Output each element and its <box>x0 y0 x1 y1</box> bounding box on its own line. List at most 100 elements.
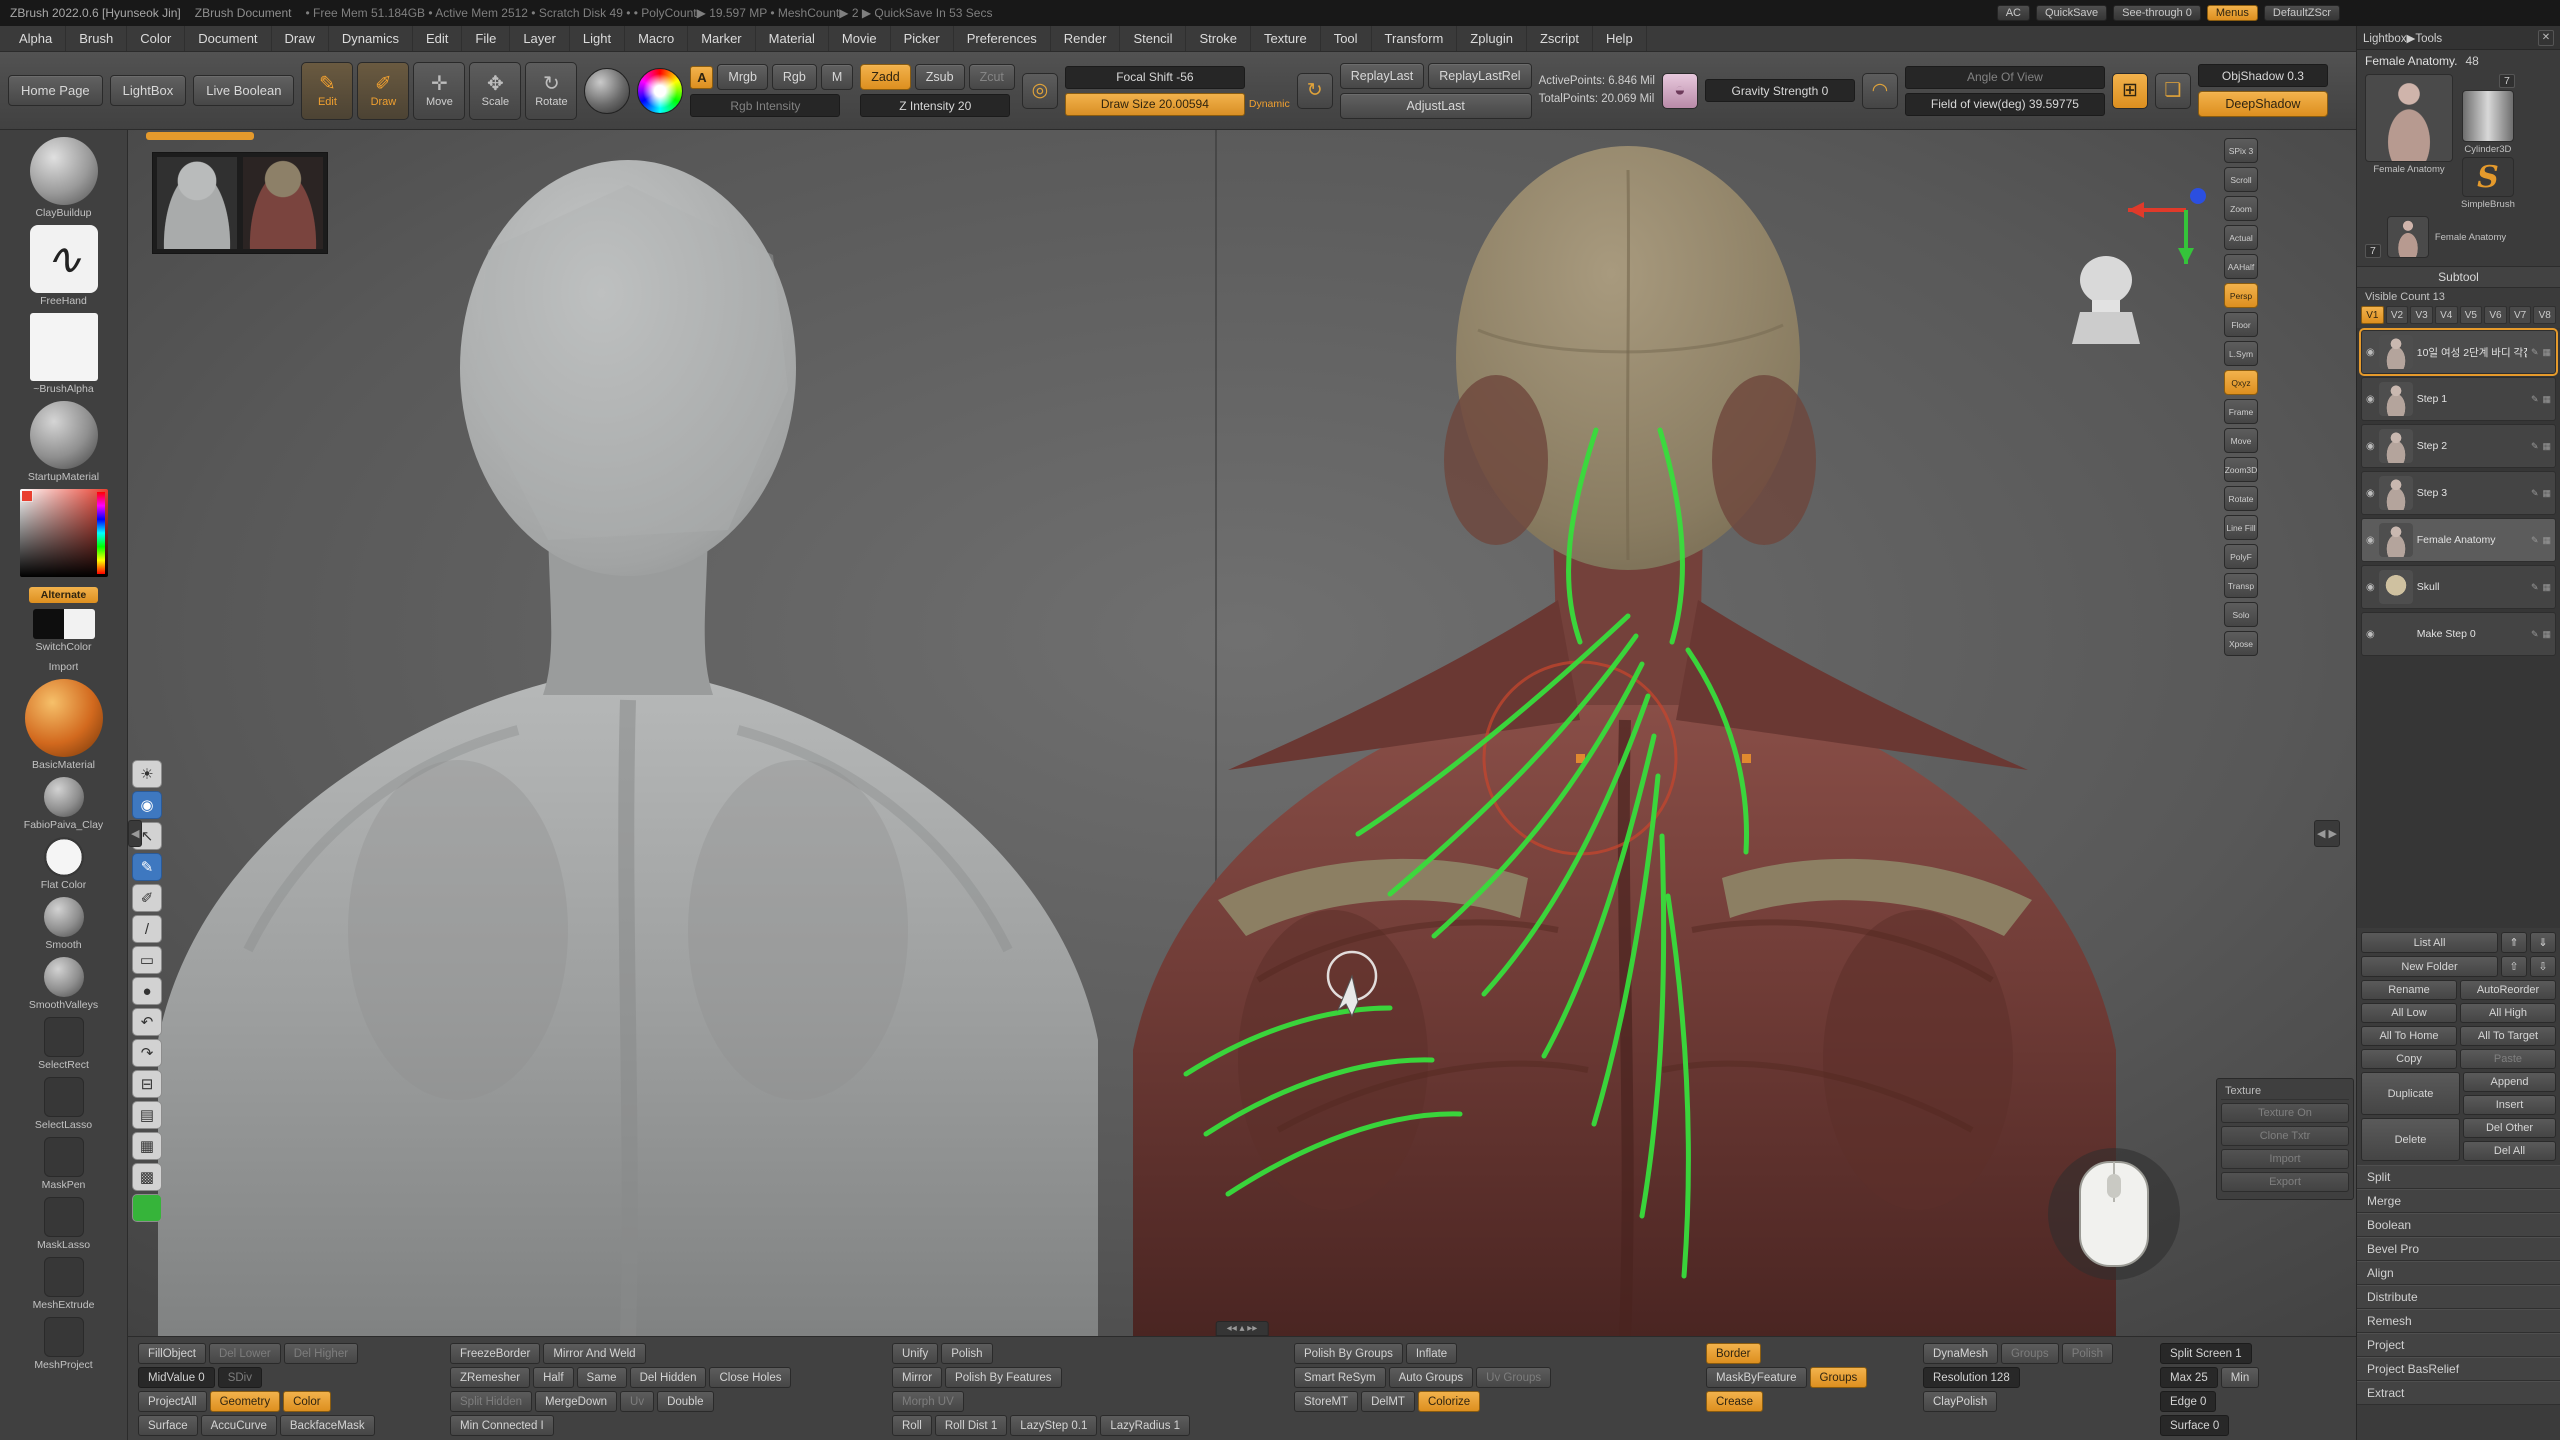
brush-item[interactable]: Smooth <box>0 897 127 951</box>
palette-button[interactable]: MaskByFeature <box>1706 1367 1807 1388</box>
subtool-section[interactable]: Boolean <box>2357 1213 2560 1237</box>
menu-item[interactable]: Picker <box>891 26 954 51</box>
grid-icon[interactable]: ▦ <box>2542 535 2551 546</box>
brush-item[interactable]: Flat Color <box>0 837 127 891</box>
view-tool-button[interactable]: Zoom3D <box>2224 457 2258 482</box>
mode-button[interactable]: ✎ Edit <box>301 62 353 120</box>
palette-button[interactable]: DelMT <box>1361 1391 1415 1412</box>
tool-thumb-female-anatomy[interactable] <box>2365 74 2453 162</box>
palette-button[interactable]: Same <box>577 1367 627 1388</box>
alpha-chip[interactable]: A <box>690 66 713 89</box>
quick-tool-icon[interactable]: ■ <box>132 1194 162 1222</box>
subtool-section[interactable]: Merge <box>2357 1189 2560 1213</box>
thumbnail-gray-model[interactable] <box>157 157 237 249</box>
menu-item[interactable]: Draw <box>272 26 329 51</box>
quick-tool-icon[interactable]: ▤ <box>132 1101 162 1129</box>
palette-button[interactable]: AccuCurve <box>201 1415 277 1436</box>
palette-slider[interactable]: Max 25 <box>2160 1367 2218 1388</box>
brush-icon[interactable]: ✎ <box>2531 582 2539 593</box>
brush-icon[interactable]: ✎ <box>2531 629 2539 640</box>
palette-slider[interactable]: MidValue 0 <box>138 1367 215 1388</box>
palette-button[interactable]: StoreMT <box>1294 1391 1358 1412</box>
palette-button[interactable]: Colorize <box>1418 1391 1480 1412</box>
subtool-button[interactable]: ⇓ <box>2530 932 2556 953</box>
palette-button[interactable]: Smart ReSym <box>1294 1367 1386 1388</box>
view-tool-button[interactable]: Rotate <box>2224 486 2258 511</box>
grid-icon[interactable]: ▦ <box>2542 394 2551 405</box>
sculpt-mode-button[interactable]: Zcut <box>969 64 1015 90</box>
quick-tool-icon[interactable]: ☀ <box>132 760 162 788</box>
view-tool-button[interactable]: Solo <box>2224 602 2258 627</box>
subtool-section[interactable]: Split <box>2357 1165 2560 1189</box>
grid-icon[interactable]: ▦ <box>2542 629 2551 640</box>
quick-tool-icon[interactable]: ▩ <box>132 1163 162 1191</box>
grid-icon[interactable]: ▦ <box>2542 582 2551 593</box>
m-mode-button[interactable]: M <box>821 64 853 90</box>
palette-button[interactable]: Polish <box>941 1343 992 1364</box>
version-tab[interactable]: V8 <box>2533 306 2556 324</box>
palette-button[interactable]: Double <box>657 1391 713 1412</box>
palette-button[interactable]: Mirror <box>892 1367 942 1388</box>
palette-slider[interactable]: LazyRadius 1 <box>1100 1415 1190 1436</box>
version-tab[interactable]: V4 <box>2435 306 2458 324</box>
brush-icon[interactable]: ✎ <box>2531 488 2539 499</box>
menu-item[interactable]: Alpha <box>6 26 66 51</box>
subtool-header[interactable]: Subtool <box>2357 266 2560 288</box>
replay-button[interactable]: ReplayLast <box>1340 63 1425 89</box>
palette-button[interactable]: Unify <box>892 1343 938 1364</box>
menu-item[interactable]: Brush <box>66 26 127 51</box>
view-tool-button[interactable]: Xpose <box>2224 631 2258 656</box>
brush-item[interactable]: SmoothValleys <box>0 957 127 1011</box>
menu-item[interactable]: Transform <box>1372 26 1458 51</box>
subtool-button[interactable]: ⇑ <box>2501 932 2527 953</box>
color-wheel[interactable] <box>637 68 683 114</box>
brush-item[interactable]: ClayBuildup <box>0 137 127 219</box>
subtool-section[interactable]: Align <box>2357 1261 2560 1285</box>
eye-icon[interactable]: ◉ <box>2366 629 2375 640</box>
menu-item[interactable]: Edit <box>413 26 462 51</box>
dynamic-label[interactable]: Dynamic <box>1249 98 1290 110</box>
menu-item[interactable]: Stencil <box>1120 26 1186 51</box>
menu-item[interactable]: Movie <box>829 26 891 51</box>
brush-item[interactable]: StartupMaterial <box>0 401 127 483</box>
subtool-row[interactable]: ◉ Step 2 ✎ ▦ <box>2361 424 2556 468</box>
palette-slider[interactable]: SDiv <box>218 1367 262 1388</box>
mode-button[interactable]: ↻ Rotate <box>525 62 577 120</box>
menu-item[interactable]: Material <box>756 26 829 51</box>
tool-thumb-female-anatomy-2[interactable] <box>2387 216 2429 258</box>
insert-button[interactable]: Insert <box>2463 1095 2556 1115</box>
timeline-strip[interactable] <box>146 132 254 140</box>
palette-slider[interactable]: Min <box>2221 1367 2260 1388</box>
brush-item[interactable]: SwitchColor <box>0 609 127 653</box>
subtool-button[interactable]: Paste <box>2460 1049 2556 1069</box>
brush-item[interactable]: FabioPaiva_Clay <box>0 777 127 831</box>
version-tab[interactable]: V6 <box>2484 306 2507 324</box>
right-tray-splitter-icon[interactable]: ◀ ▶ <box>2314 820 2340 847</box>
close-icon[interactable]: ✕ <box>2538 30 2554 46</box>
eye-icon[interactable]: ◉ <box>2366 582 2375 593</box>
append-button[interactable]: Append <box>2463 1072 2556 1092</box>
brush-item[interactable]: BasicMaterial <box>0 679 127 771</box>
lightbox-button[interactable]: LightBox <box>110 75 187 106</box>
field-of-view-slider[interactable]: Field of view(deg) 39.59775 <box>1905 93 2105 116</box>
titlebar-button[interactable]: AC <box>1997 5 2030 21</box>
grid-icon[interactable]: ▦ <box>2542 488 2551 499</box>
subtool-section[interactable]: Extract <box>2357 1381 2560 1405</box>
mode-button[interactable]: ✛ Move <box>413 62 465 120</box>
palette-button[interactable]: Min Connected I <box>450 1415 554 1436</box>
palette-button[interactable]: BackfaceMask <box>280 1415 375 1436</box>
view-tool-button[interactable]: Line Fill <box>2224 515 2258 540</box>
titlebar-button[interactable]: See-through 0 <box>2113 5 2201 21</box>
palette-button[interactable]: Surface <box>138 1415 198 1436</box>
eye-icon[interactable]: ◉ <box>2366 394 2375 405</box>
menu-item[interactable]: Dynamics <box>329 26 413 51</box>
brush-item[interactable]: MaskLasso <box>0 1197 127 1251</box>
brush-item[interactable]: SelectLasso <box>0 1077 127 1131</box>
palette-button[interactable]: Mirror And Weld <box>543 1343 645 1364</box>
view-tool-button[interactable]: SPix 3 <box>2224 138 2258 163</box>
focal-shift-slider[interactable]: Focal Shift -56 <box>1065 66 1245 89</box>
del-other-button[interactable]: Del Other <box>2463 1118 2556 1138</box>
menu-item[interactable]: Tool <box>1321 26 1372 51</box>
subtool-button[interactable]: Copy <box>2361 1049 2457 1069</box>
menu-item[interactable]: Render <box>1051 26 1121 51</box>
